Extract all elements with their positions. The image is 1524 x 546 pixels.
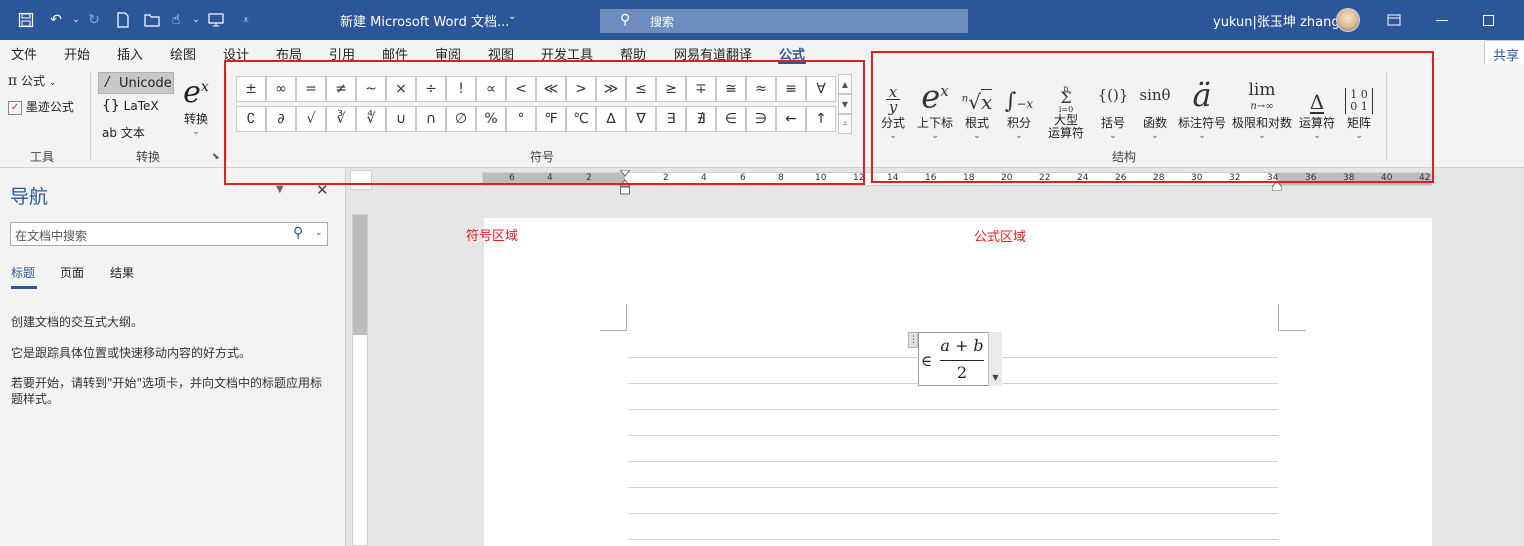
convert-dropdown-icon: ⌄ — [192, 127, 200, 137]
customize-qat-icon[interactable]: ⩡ — [236, 10, 256, 30]
latex-label: LaTeX — [123, 99, 159, 113]
save-icon[interactable] — [16, 10, 36, 30]
active-nav-tab-indicator — [11, 286, 37, 289]
gridline — [628, 409, 1278, 410]
margin-corner-mark — [600, 330, 627, 331]
symbol-area-annotation: 符号区域 — [466, 229, 519, 244]
ex-icon: ex — [183, 75, 209, 110]
nav-paragraph: 创建文档的交互式大纲。 — [11, 315, 144, 329]
equation-denominator[interactable]: 2 — [940, 363, 984, 382]
text-button[interactable]: ab 文本 — [102, 124, 145, 141]
equation-options-icon[interactable]: ▼ — [988, 332, 1002, 386]
nav-tab-headings[interactable]: 标题 — [11, 264, 35, 281]
title-dropdown-icon[interactable]: ⌄ — [508, 11, 516, 22]
undo-icon[interactable]: ↶ — [46, 10, 66, 30]
ink-equation-button[interactable]: ✓ 墨迹公式 — [8, 98, 74, 115]
title-bar: ↶ ⌄ ↻ ☝ ⌄ ⩡ 新建 Microsoft Word 文档... ⌄ ⚲ … — [0, 0, 1524, 40]
formula-area-highlight — [871, 51, 1434, 183]
equation-label: 公式 — [21, 74, 46, 88]
nav-paragraph: 它是跟踪具体位置或快速移动内容的好方式。 — [11, 346, 252, 360]
equation-numerator[interactable]: a + b — [940, 336, 984, 355]
share-button[interactable]: 共享 — [1484, 40, 1524, 66]
nav-tab-pages[interactable]: 页面 — [60, 264, 84, 281]
tab-insert[interactable]: 插入 — [117, 44, 143, 63]
new-document-icon[interactable] — [113, 10, 133, 30]
ruler-margin-top — [353, 215, 367, 335]
conversions-group-label: 转换 — [136, 150, 161, 164]
unicode-label: Unicode — [119, 76, 172, 91]
redo-icon[interactable]: ↻ — [84, 10, 104, 30]
formula-area-annotation: 公式区域 — [974, 230, 1027, 245]
navigation-search-input[interactable]: 在文档中搜索 ⚲ ⌄ — [10, 222, 328, 246]
tab-file[interactable]: 文件 — [11, 44, 37, 63]
open-folder-icon[interactable] — [142, 10, 162, 30]
gridline — [628, 539, 1278, 540]
ribbon-display-options-icon[interactable] — [1384, 10, 1404, 30]
group-separator — [90, 72, 91, 160]
gridline — [628, 461, 1278, 462]
avatar[interactable] — [1336, 8, 1360, 32]
gridline — [628, 513, 1278, 514]
symbol-area-highlight — [224, 60, 865, 185]
search-icon[interactable]: ⚲ — [293, 225, 303, 241]
touch-mode-icon[interactable]: ☝ — [166, 10, 186, 30]
pane-options-icon[interactable]: ▼ — [276, 184, 284, 195]
equation-element-of: ∈ — [921, 352, 933, 370]
margin-corner-mark — [626, 304, 627, 330]
document-title: 新建 Microsoft Word 文档... — [340, 15, 510, 30]
convert-label: 转换 — [183, 112, 208, 126]
share-label: 共享 — [1493, 49, 1520, 64]
maximize-icon[interactable] — [1478, 10, 1498, 30]
equation-dropdown-icon: ⌄ — [48, 78, 57, 88]
margin-corner-mark — [1278, 330, 1306, 331]
text-icon: ab — [102, 126, 117, 140]
unicode-icon: / — [105, 75, 110, 90]
navigation-pane: 导航 ▼ ✕ 在文档中搜索 ⚲ ⌄ 标题 页面 结果 创建文档的交互式大纲。 它… — [0, 168, 346, 546]
margin-corner-mark — [1278, 304, 1279, 330]
minimize-icon[interactable]: — — [1432, 10, 1452, 30]
fraction-bar — [940, 360, 984, 361]
undo-dropdown-icon[interactable]: ⌄ — [66, 10, 86, 30]
equation-button[interactable]: π 公式 ⌄ — [8, 72, 56, 89]
search-icon: ⚲ — [620, 12, 631, 28]
tools-group-label: 工具 — [30, 150, 55, 164]
vertical-ruler[interactable] — [352, 214, 368, 546]
word-window: ↶ ⌄ ↻ ☝ ⌄ ⩡ 新建 Microsoft Word 文档... ⌄ ⚲ … — [0, 0, 1524, 546]
equation-handle-icon[interactable]: ⋮ — [908, 332, 918, 348]
present-icon[interactable] — [206, 10, 226, 30]
pi-icon: π — [8, 73, 18, 89]
gridline — [628, 487, 1278, 488]
nav-paragraph: 若要开始，请转到"开始"选项卡，并向文档中的标题应用标题样式。 — [11, 376, 323, 406]
ink-equation-icon: ✓ — [8, 100, 22, 115]
ink-equation-label: 墨迹公式 — [25, 100, 74, 114]
tab-home[interactable]: 开始 — [64, 44, 90, 63]
unicode-button[interactable]: / Unicode — [98, 72, 174, 94]
search-placeholder: 在文档中搜索 — [15, 229, 88, 243]
nav-tab-results[interactable]: 结果 — [110, 264, 134, 281]
latex-icon: {} — [102, 98, 120, 114]
touch-dropdown-icon[interactable]: ⌄ — [186, 10, 206, 30]
search-label: 搜索 — [650, 15, 675, 29]
navigation-title: 导航 — [10, 186, 49, 208]
user-name[interactable]: yukun|张玉坤 zhang — [1213, 11, 1340, 30]
dialog-launcher-icon[interactable]: ⬊ — [212, 152, 220, 162]
tab-draw[interactable]: 绘图 — [170, 44, 196, 63]
chevron-down-icon[interactable]: ⌄ — [315, 228, 323, 238]
text-label: 文本 — [120, 126, 145, 140]
latex-button[interactable]: {} LaTeX — [102, 98, 159, 114]
gridline — [628, 435, 1278, 436]
search-box[interactable]: ⚲ 搜索 — [600, 9, 968, 33]
convert-button[interactable]: ex 转换 ⌄ — [180, 70, 212, 138]
